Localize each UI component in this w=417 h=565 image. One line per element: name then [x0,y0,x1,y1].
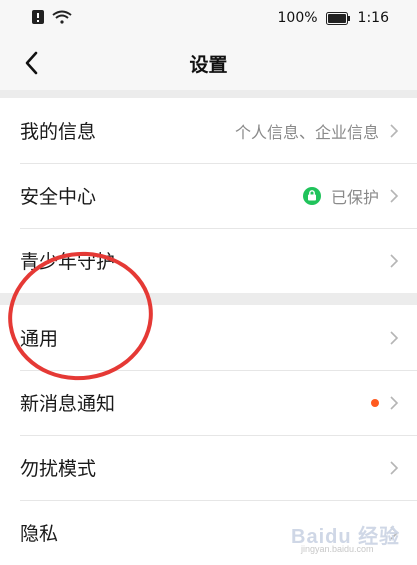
watermark-subtext: jingyan.baidu.com [301,544,374,554]
row-right [389,460,399,476]
watermark: Baidu 经验 jingyan.baidu.com [291,516,411,556]
wifi-icon [52,10,72,24]
chevron-right-icon [390,330,399,345]
chevron-right-icon [390,188,399,203]
row-label: 新消息通知 [20,393,116,415]
row-right: 个人信息、企业信息 [235,119,399,143]
settings-row-new-message-notification[interactable]: 新消息通知 [0,370,417,435]
row-value: 个人信息、企业信息 [234,122,379,142]
chevron-right-icon [390,395,399,410]
page-title: 设置 [189,54,228,76]
lock-icon [302,186,321,205]
chevron-right-icon [390,460,399,475]
notification-icon [32,10,44,24]
nav-bar: 设置 [0,36,417,90]
status-left [32,10,72,24]
settings-row-general[interactable]: 通用 [0,305,417,370]
row-label: 我的信息 [20,121,97,143]
battery-percent: 100% [277,10,318,26]
row-value: 已保护 [330,187,379,207]
row-label: 通用 [20,328,59,350]
section-divider [0,90,417,98]
settings-row-do-not-disturb[interactable]: 勿扰模式 [0,435,417,500]
row-label: 青少年守护 [20,251,116,273]
settings-group-account: 我的信息 个人信息、企业信息 安全中心 已保护 青少年守护 [0,98,417,293]
row-right [371,395,399,411]
settings-row-youth-guard[interactable]: 青少年守护 [0,228,417,293]
row-right [389,253,399,269]
row-right [389,330,399,346]
section-divider [0,293,417,305]
row-label: 隐私 [20,523,59,545]
row-label: 勿扰模式 [20,458,97,480]
settings-row-security-center[interactable]: 安全中心 已保护 [0,163,417,228]
chevron-right-icon [390,123,399,138]
unread-dot [371,398,379,407]
row-label: 安全中心 [20,186,97,208]
settings-row-my-info[interactable]: 我的信息 个人信息、企业信息 [0,98,417,163]
row-right: 已保护 [302,184,399,208]
status-right: 100% 1:16 [278,10,389,26]
battery-icon [325,11,350,25]
status-time: 1:16 [357,10,389,26]
chevron-right-icon [390,253,399,268]
status-bar: 100% 1:16 [0,0,417,36]
